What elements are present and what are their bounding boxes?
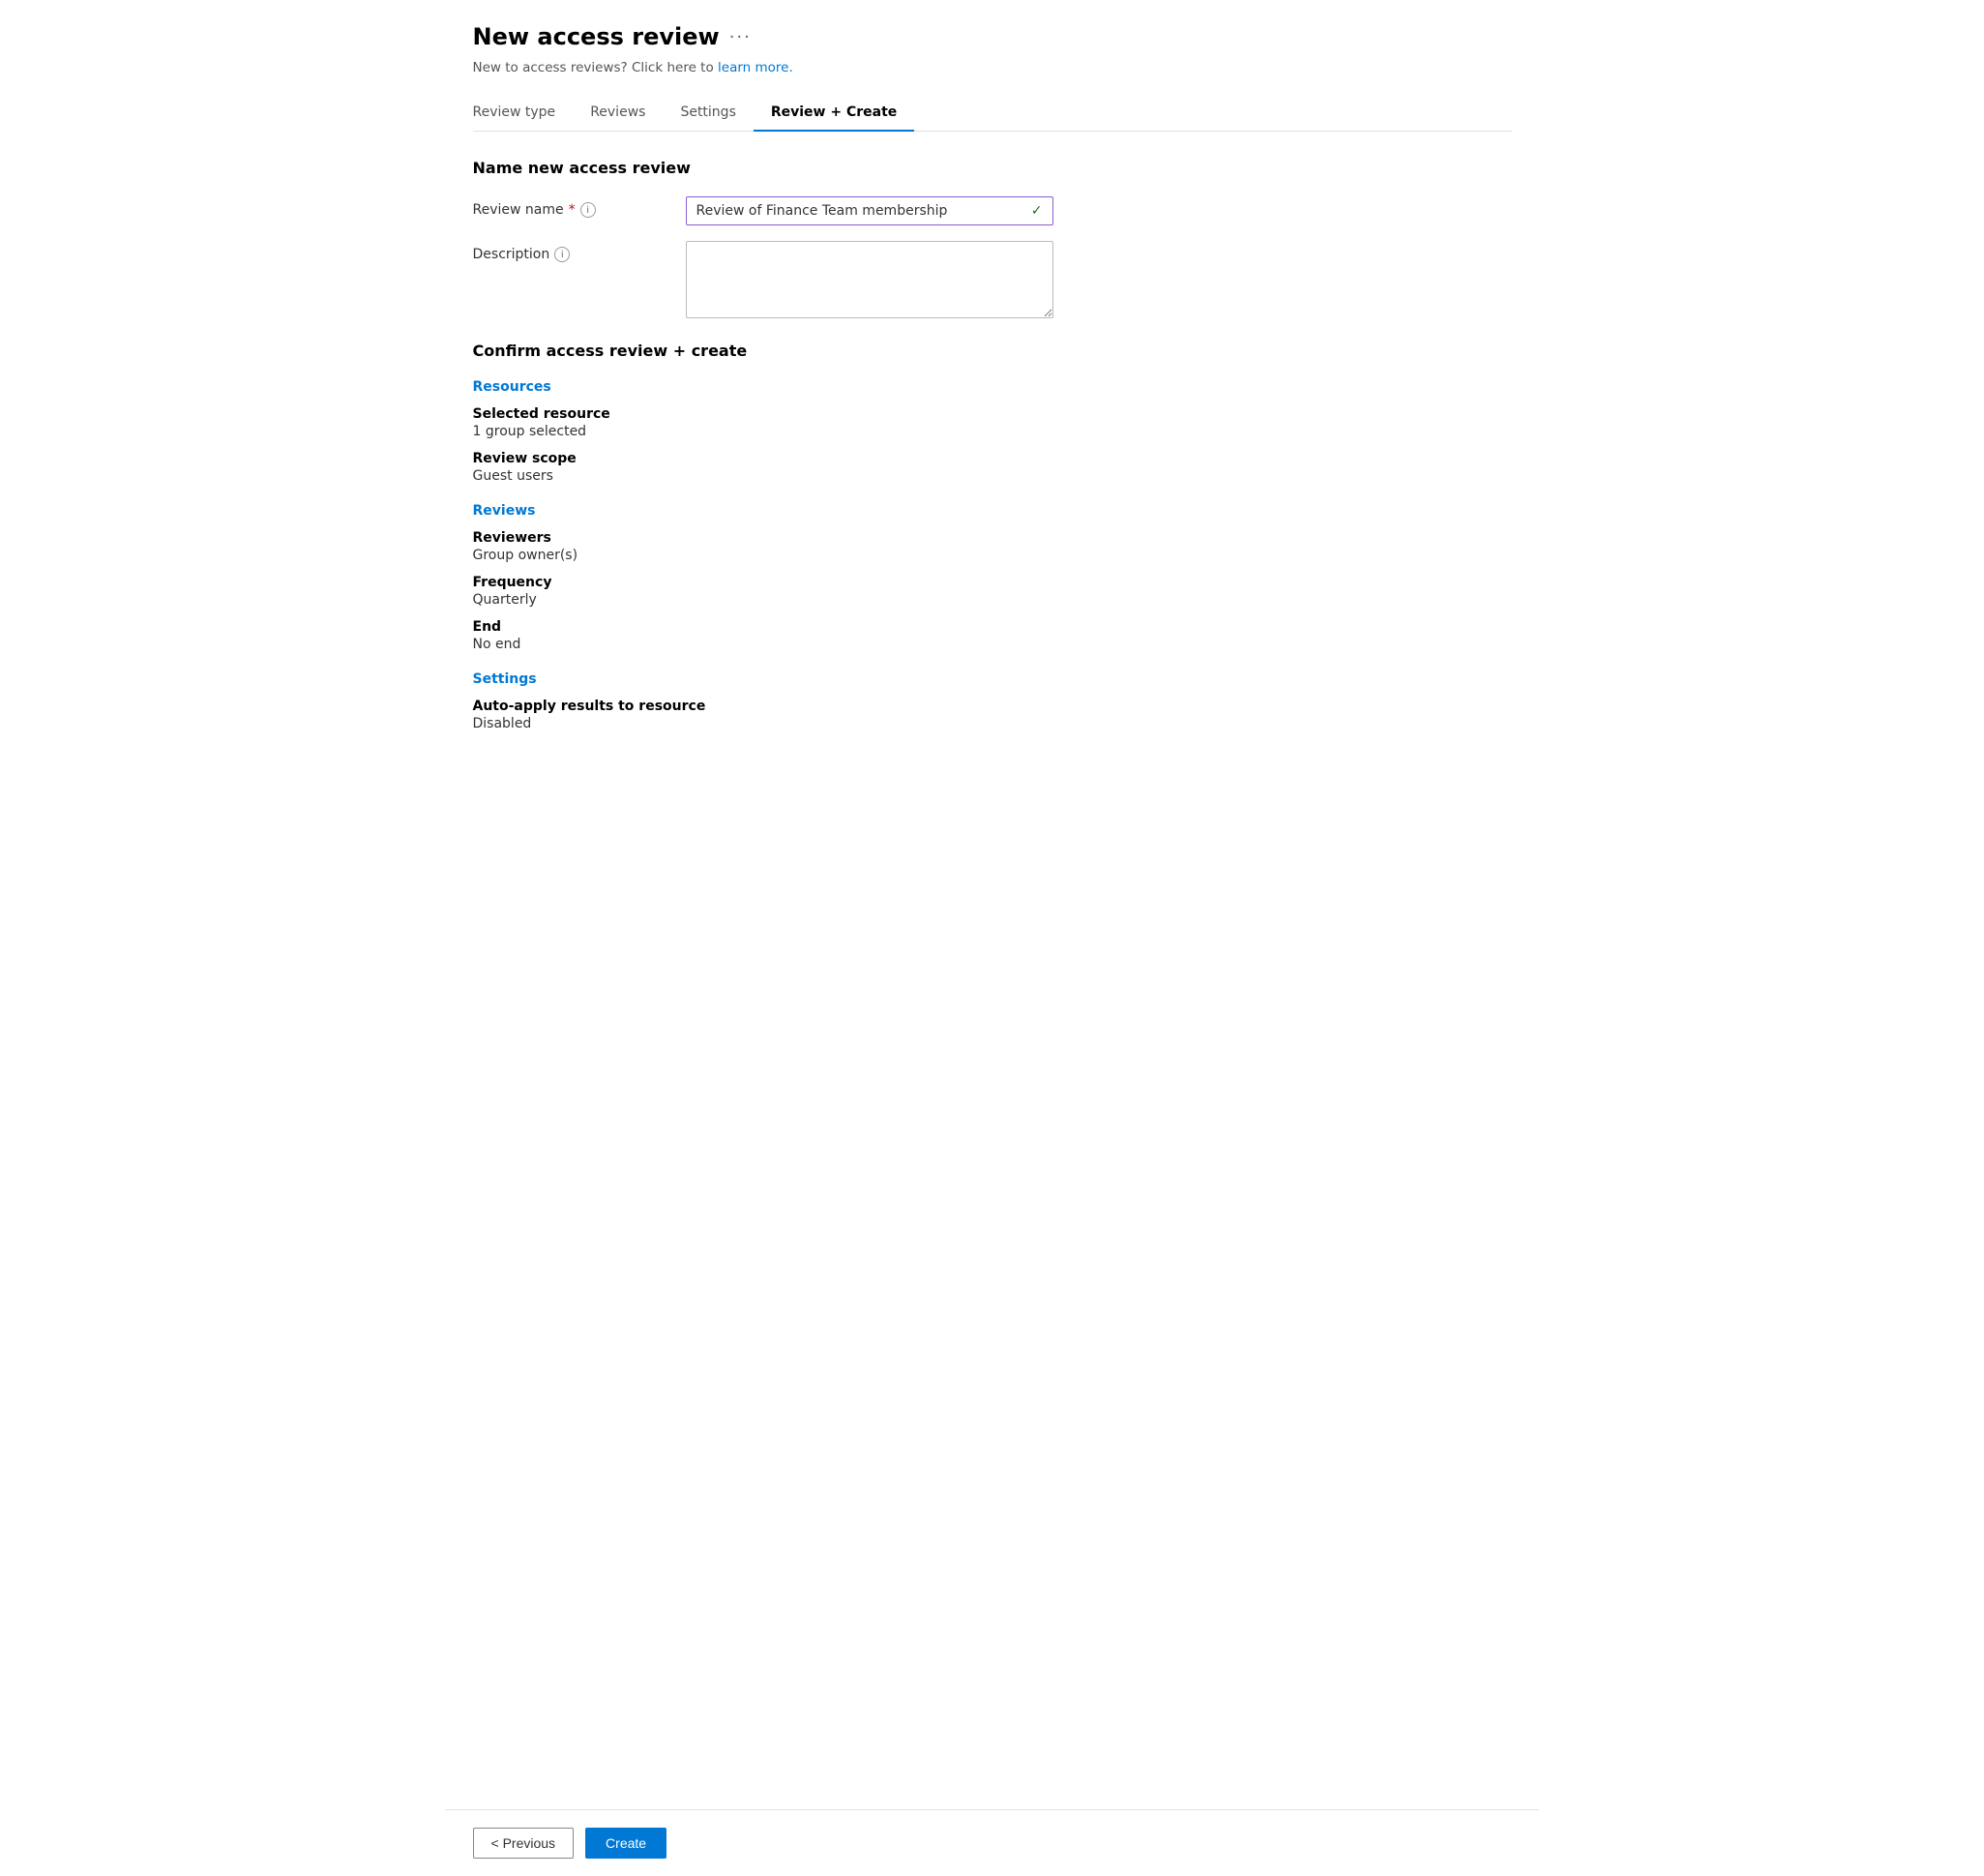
reviewers-value: Group owner(s) [473, 548, 1512, 563]
create-button[interactable]: Create [585, 1828, 666, 1859]
frequency-label: Frequency [473, 575, 1512, 590]
reviewers-label: Reviewers [473, 530, 1512, 546]
confirm-section-title: Confirm access review + create [473, 342, 1512, 360]
review-scope-field: Review scope Guest users [473, 451, 1512, 484]
review-scope-value: Guest users [473, 468, 1512, 484]
selected-resource-label: Selected resource [473, 406, 1512, 422]
review-name-group: Review name * i Review of Finance Team m… [473, 196, 1512, 225]
description-info-icon[interactable]: i [554, 247, 570, 262]
review-name-input[interactable]: Review of Finance Team membership ✓ [686, 196, 1053, 225]
tab-review-type[interactable]: Review type [473, 95, 574, 132]
selected-resource-value: 1 group selected [473, 424, 1512, 439]
page-title: New access review [473, 23, 720, 50]
form-section-title: Name new access review [473, 159, 1512, 177]
auto-apply-field: Auto-apply results to resource Disabled [473, 699, 1512, 731]
settings-heading: Settings [473, 671, 1512, 687]
learn-more-link[interactable]: learn more. [718, 60, 793, 75]
selected-resource-field: Selected resource 1 group selected [473, 406, 1512, 439]
reviewers-field: Reviewers Group owner(s) [473, 530, 1512, 563]
learn-more-line: New to access reviews? Click here to lea… [473, 60, 1512, 75]
check-icon: ✓ [1031, 203, 1043, 219]
tab-review-create[interactable]: Review + Create [754, 95, 914, 132]
review-name-info-icon[interactable]: i [580, 202, 596, 218]
frequency-field: Frequency Quarterly [473, 575, 1512, 608]
learn-more-text: New to access reviews? Click here to [473, 60, 714, 75]
end-value: No end [473, 637, 1512, 652]
review-name-value: Review of Finance Team membership [696, 203, 948, 219]
description-input[interactable] [686, 241, 1053, 318]
tab-reviews[interactable]: Reviews [573, 95, 663, 132]
auto-apply-value: Disabled [473, 716, 1512, 731]
page-header: New access review ··· [473, 23, 1512, 50]
more-options-icon[interactable]: ··· [729, 27, 752, 47]
end-label: End [473, 619, 1512, 635]
description-label: Description i [473, 241, 686, 262]
review-scope-label: Review scope [473, 451, 1512, 466]
review-name-input-wrap: Review of Finance Team membership ✓ [686, 196, 1053, 225]
footer: < Previous Create [446, 1809, 1539, 1876]
auto-apply-label: Auto-apply results to resource [473, 699, 1512, 714]
required-star: * [569, 202, 576, 218]
tabs: Review type Reviews Settings Review + Cr… [473, 95, 1512, 132]
description-input-wrap [686, 241, 1053, 322]
description-group: Description i [473, 241, 1512, 322]
review-name-label: Review name * i [473, 196, 686, 218]
confirm-section: Confirm access review + create Resources… [473, 342, 1512, 731]
end-field: End No end [473, 619, 1512, 652]
reviews-heading: Reviews [473, 503, 1512, 519]
resources-heading: Resources [473, 379, 1512, 395]
tab-settings[interactable]: Settings [663, 95, 753, 132]
frequency-value: Quarterly [473, 592, 1512, 608]
previous-button[interactable]: < Previous [473, 1828, 575, 1859]
